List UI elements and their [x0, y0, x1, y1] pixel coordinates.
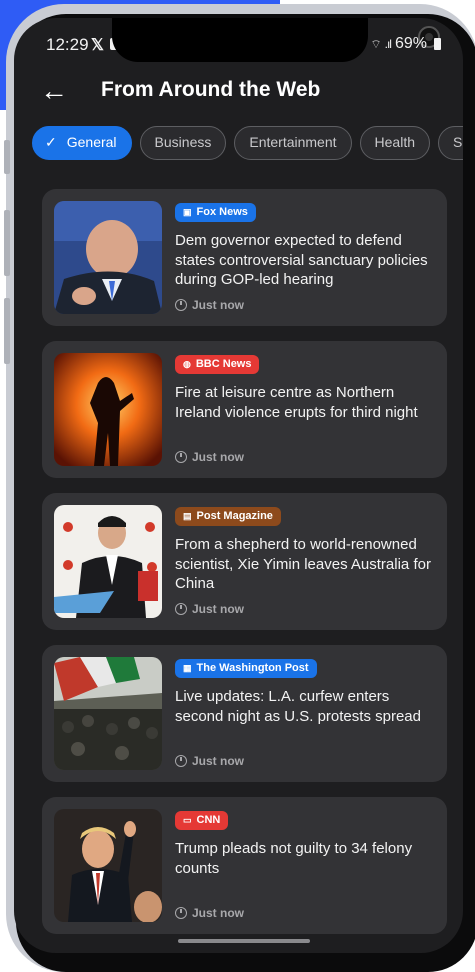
signal-icon: .ıl — [384, 37, 392, 51]
chip-label: General — [66, 134, 117, 150]
magazine-icon: ▤ — [183, 511, 192, 521]
article-time: Just now — [175, 450, 244, 464]
article-headline: Trump pleads not guilty to 34 felony cou… — [175, 840, 413, 877]
chip-science[interactable]: Sci — [438, 126, 463, 160]
article-time: Just now — [175, 906, 244, 920]
status-indicators: ⌔ .ıl 69% — [370, 35, 441, 53]
wifi-icon: ⌔ — [370, 36, 381, 51]
time-label: Just now — [192, 602, 245, 616]
check-icon: ✓ — [45, 134, 57, 150]
article-headline: Live updates: L.A. curfew enters second … — [175, 688, 421, 725]
volume-down-button — [4, 298, 10, 364]
chip-business[interactable]: Business — [139, 126, 227, 160]
article-headline: Fire at leisure centre as Northern Irela… — [175, 384, 418, 421]
app-bar: ← From Around the Web — [14, 70, 463, 130]
article-card[interactable]: ▤ Post Magazine From a shepherd to world… — [42, 493, 447, 630]
source-name: Fox News — [196, 206, 248, 218]
article-card[interactable]: ◍ BBC News Fire at leisure centre as Nor… — [42, 341, 447, 478]
clock-icon — [175, 299, 187, 311]
tv-icon: ▭ — [183, 815, 192, 825]
home-indicator[interactable] — [178, 939, 310, 943]
camera-notch — [112, 18, 440, 62]
source-badge: ◍ BBC News — [175, 355, 260, 374]
battery-icon — [434, 38, 441, 50]
article-thumbnail — [54, 201, 162, 314]
source-name: Post Magazine — [196, 510, 273, 522]
source-badge: ▤ Post Magazine — [175, 507, 281, 526]
page-title: From Around the Web — [101, 78, 321, 101]
back-arrow-icon[interactable]: ← — [40, 76, 68, 106]
article-card[interactable]: ▣ Fox News Dem governor expected to defe… — [42, 189, 447, 326]
x-app-icon: 𝕏 — [91, 37, 104, 54]
time-label: Just now — [192, 906, 245, 920]
article-card[interactable]: ▭ CNN Trump pleads not guilty to 34 felo… — [42, 797, 447, 934]
status-bar: 12:29 𝕏 ⌔ .ıl 69% — [14, 18, 463, 70]
app-screen: 12:29 𝕏 ⌔ .ıl 69% ← From Around the Web … — [14, 18, 463, 953]
category-chips: ✓ General Business Entertainment Health S… — [32, 126, 463, 160]
chip-entertainment[interactable]: Entertainment — [234, 126, 352, 160]
tv-icon: ▣ — [183, 207, 192, 217]
time-label: Just now — [192, 754, 245, 768]
clock-icon — [175, 451, 187, 463]
article-headline: From a shepherd to world-renowned scient… — [175, 536, 431, 592]
article-time: Just now — [175, 602, 244, 616]
chip-health[interactable]: Health — [359, 126, 430, 160]
clock-icon — [175, 603, 187, 615]
newspaper-icon: ▦ — [183, 663, 192, 673]
article-time: Just now — [175, 298, 244, 312]
clock-icon — [175, 907, 187, 919]
article-headline: Dem governor expected to defend states c… — [175, 232, 428, 288]
time-label: Just now — [192, 450, 245, 464]
chip-label: Health — [374, 134, 415, 150]
article-time: Just now — [175, 754, 244, 768]
article-thumbnail — [54, 353, 162, 466]
source-badge: ▦ The Washington Post — [175, 659, 317, 678]
chip-general[interactable]: ✓ General — [32, 126, 132, 160]
chip-label: Business — [154, 134, 212, 150]
globe-icon: ◍ — [183, 359, 191, 369]
article-card[interactable]: ▦ The Washington Post Live updates: L.A.… — [42, 645, 447, 782]
source-name: The Washington Post — [196, 662, 309, 674]
chip-label: Sci — [453, 134, 463, 150]
article-thumbnail — [54, 809, 162, 922]
article-list: ▣ Fox News Dem governor expected to defe… — [42, 189, 447, 949]
volume-up-button — [4, 210, 10, 276]
source-name: BBC News — [195, 358, 252, 370]
side-button — [4, 140, 10, 174]
battery-percent: 69% — [394, 35, 427, 52]
chip-label: Entertainment — [249, 134, 337, 150]
clock-icon — [175, 755, 187, 767]
article-thumbnail — [54, 505, 162, 618]
status-time: 12:29 — [46, 35, 89, 54]
article-thumbnail — [54, 657, 162, 770]
source-name: CNN — [196, 814, 221, 826]
time-label: Just now — [192, 298, 245, 312]
source-badge: ▭ CNN — [175, 811, 229, 830]
source-badge: ▣ Fox News — [175, 203, 256, 222]
